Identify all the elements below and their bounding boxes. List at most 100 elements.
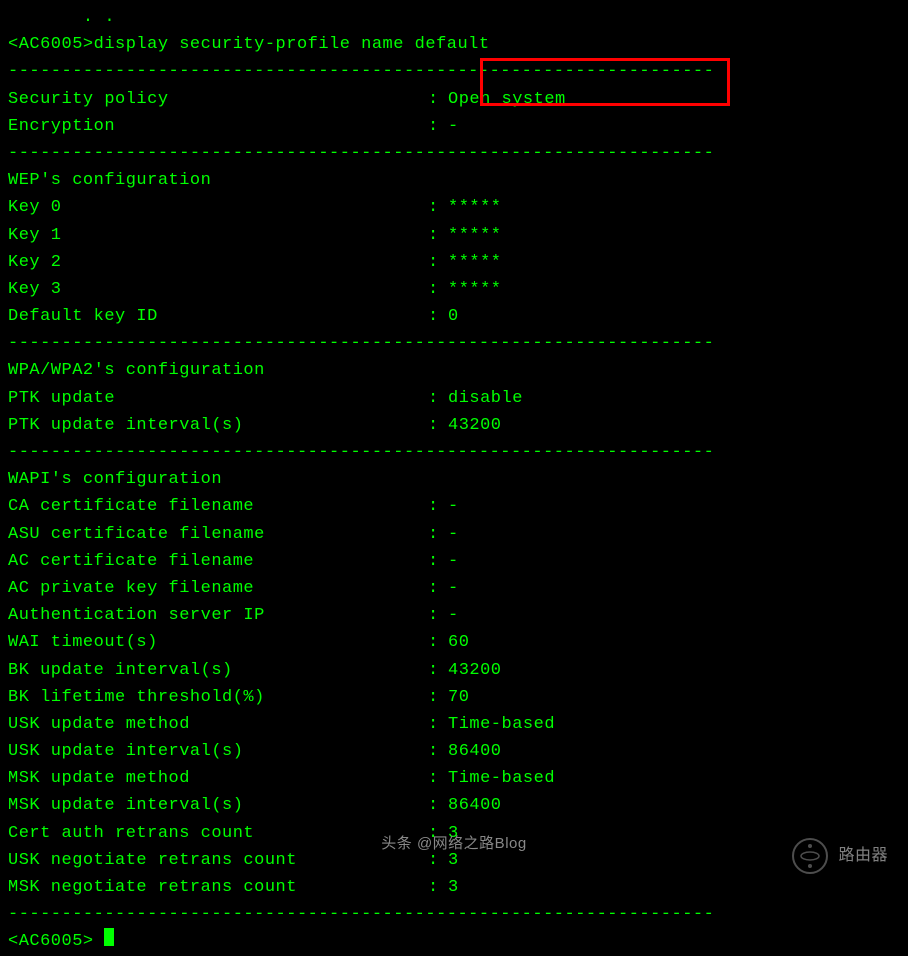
wep-default-key-label: Default key ID <box>8 303 428 330</box>
watermark: 路由器 <box>792 838 888 874</box>
ac-key-row: AC private key filename : - <box>8 575 900 602</box>
wep-key1-label: Key 1 <box>8 222 428 249</box>
prompt-text: <AC6005> <box>8 928 104 955</box>
msk-method-row: MSK update method : Time-based <box>8 765 900 792</box>
bk-lifetime-row: BK lifetime threshold(%) : 70 <box>8 684 900 711</box>
wep-key3-row: Key 3 : ***** <box>8 276 900 303</box>
colon: : <box>428 548 448 575</box>
colon: : <box>428 629 448 656</box>
ac-cert-label: AC certificate filename <box>8 548 428 575</box>
colon: : <box>428 86 448 113</box>
auth-server-value: - <box>448 602 459 629</box>
bk-interval-value: 43200 <box>448 657 502 684</box>
security-policy-label: Security policy <box>8 86 428 113</box>
wpa-header: WPA/WPA2's configuration <box>8 357 900 384</box>
ca-cert-value: - <box>448 493 459 520</box>
colon: : <box>428 711 448 738</box>
divider: ----------------------------------------… <box>8 330 900 357</box>
wep-header: WEP's configuration <box>8 167 900 194</box>
ptk-update-value: disable <box>448 385 523 412</box>
divider: ----------------------------------------… <box>8 439 900 466</box>
usk-interval-row: USK update interval(s) : 86400 <box>8 738 900 765</box>
wep-key0-value: ***** <box>448 194 502 221</box>
cursor <box>104 928 114 946</box>
colon: : <box>428 792 448 819</box>
asu-cert-value: - <box>448 521 459 548</box>
wep-default-key-value: 0 <box>448 303 459 330</box>
bk-lifetime-value: 70 <box>448 684 469 711</box>
wai-timeout-value: 60 <box>448 629 469 656</box>
msk-interval-label: MSK update interval(s) <box>8 792 428 819</box>
divider: ----------------------------------------… <box>8 58 900 85</box>
ac-key-label: AC private key filename <box>8 575 428 602</box>
msk-retrans-row: MSK negotiate retrans count : 3 <box>8 874 900 901</box>
partial-top-line: . . <box>8 4 900 31</box>
encryption-row: Encryption : - <box>8 113 900 140</box>
msk-method-label: MSK update method <box>8 765 428 792</box>
usk-method-row: USK update method : Time-based <box>8 711 900 738</box>
ptk-update-row: PTK update : disable <box>8 385 900 412</box>
wep-key2-label: Key 2 <box>8 249 428 276</box>
colon: : <box>428 222 448 249</box>
auth-server-label: Authentication server IP <box>8 602 428 629</box>
prompt-line[interactable]: <AC6005> <box>8 928 900 955</box>
msk-retrans-value: 3 <box>448 874 459 901</box>
cert-retrans-label: Cert auth retrans count <box>8 820 428 847</box>
bk-interval-row: BK update interval(s) : 43200 <box>8 657 900 684</box>
colon: : <box>428 113 448 140</box>
ptk-interval-row: PTK update interval(s) : 43200 <box>8 412 900 439</box>
ac-cert-row: AC certificate filename : - <box>8 548 900 575</box>
ac-key-value: - <box>448 575 459 602</box>
wep-key1-value: ***** <box>448 222 502 249</box>
usk-interval-label: USK update interval(s) <box>8 738 428 765</box>
wep-key1-row: Key 1 : ***** <box>8 222 900 249</box>
colon: : <box>428 874 448 901</box>
security-policy-row: Security policy : Open system <box>8 86 900 113</box>
colon: : <box>428 303 448 330</box>
wep-key3-label: Key 3 <box>8 276 428 303</box>
command-line: <AC6005>display security-profile name de… <box>8 31 900 58</box>
colon: : <box>428 249 448 276</box>
ptk-update-label: PTK update <box>8 385 428 412</box>
colon: : <box>428 765 448 792</box>
msk-interval-row: MSK update interval(s) : 86400 <box>8 792 900 819</box>
msk-method-value: Time-based <box>448 765 555 792</box>
msk-retrans-label: MSK negotiate retrans count <box>8 874 428 901</box>
watermark-text: 路由器 <box>838 843 888 869</box>
usk-method-value: Time-based <box>448 711 555 738</box>
colon: : <box>428 412 448 439</box>
encryption-value: - <box>448 113 459 140</box>
asu-cert-row: ASU certificate filename : - <box>8 521 900 548</box>
ca-cert-row: CA certificate filename : - <box>8 493 900 520</box>
colon: : <box>428 521 448 548</box>
ptk-interval-label: PTK update interval(s) <box>8 412 428 439</box>
colon: : <box>428 385 448 412</box>
usk-method-label: USK update method <box>8 711 428 738</box>
wai-timeout-row: WAI timeout(s) : 60 <box>8 629 900 656</box>
colon: : <box>428 493 448 520</box>
wep-key3-value: ***** <box>448 276 502 303</box>
wapi-header: WAPI's configuration <box>8 466 900 493</box>
asu-cert-label: ASU certificate filename <box>8 521 428 548</box>
wep-key2-row: Key 2 : ***** <box>8 249 900 276</box>
colon: : <box>428 738 448 765</box>
divider: ----------------------------------------… <box>8 901 900 928</box>
msk-interval-value: 86400 <box>448 792 502 819</box>
usk-retrans-label: USK negotiate retrans count <box>8 847 428 874</box>
footer-attribution: 头条 @网络之路Blog <box>381 832 526 856</box>
router-icon <box>792 838 828 874</box>
ptk-interval-value: 43200 <box>448 412 502 439</box>
wep-default-key-row: Default key ID : 0 <box>8 303 900 330</box>
colon: : <box>428 602 448 629</box>
divider: ----------------------------------------… <box>8 140 900 167</box>
colon: : <box>428 684 448 711</box>
colon: : <box>428 276 448 303</box>
bk-interval-label: BK update interval(s) <box>8 657 428 684</box>
auth-server-row: Authentication server IP : - <box>8 602 900 629</box>
wep-key0-row: Key 0 : ***** <box>8 194 900 221</box>
usk-interval-value: 86400 <box>448 738 502 765</box>
security-policy-value: Open system <box>448 86 566 113</box>
colon: : <box>428 575 448 602</box>
ca-cert-label: CA certificate filename <box>8 493 428 520</box>
ac-cert-value: - <box>448 548 459 575</box>
